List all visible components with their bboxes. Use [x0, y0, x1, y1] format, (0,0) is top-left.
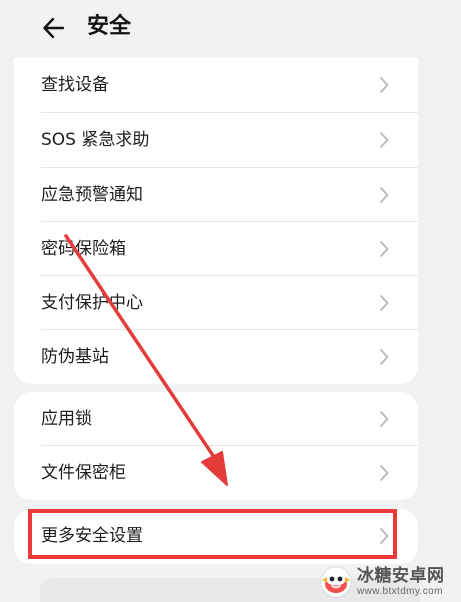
site-watermark: 冰糖安卓网 www.btxtdmy.com [318, 564, 459, 600]
settings-item-label: 应用锁 [41, 409, 92, 429]
page-header: 安全 [0, 0, 461, 58]
chevron-right-icon [377, 526, 391, 546]
settings-item-label: 更多安全设置 [41, 526, 143, 546]
back-button[interactable] [34, 10, 74, 46]
chevron-right-icon [377, 185, 391, 205]
candy-mascot-icon [320, 566, 352, 598]
arrow-left-icon [43, 17, 65, 39]
settings-item-emergency-alert[interactable]: 应急预警通知 [14, 168, 418, 222]
settings-item-label: 应急预警通知 [41, 185, 143, 205]
settings-item-anti-fake-base-station[interactable]: 防伪基站 [14, 330, 418, 384]
chevron-right-icon [377, 293, 391, 313]
settings-item-find-device[interactable]: 查找设备 [14, 58, 418, 112]
settings-item-label: SOS 紧急求助 [41, 130, 150, 150]
settings-item-sos[interactable]: SOS 紧急求助 [14, 113, 418, 167]
settings-item-label: 文件保密柜 [41, 463, 126, 483]
chevron-right-icon [377, 463, 391, 483]
chevron-right-icon [377, 239, 391, 259]
settings-item-label: 密码保险箱 [41, 239, 126, 259]
settings-item-app-lock[interactable]: 应用锁 [14, 392, 418, 446]
page-title: 安全 [87, 14, 132, 39]
settings-group-main: 查找设备 SOS 紧急求助 应急预警通知 密码保险箱 支付保护中心 防伪基站 [14, 58, 418, 384]
security-settings-page: 安全 查找设备 SOS 紧急求助 应急预警通知 密码保险箱 支付保护中心 防伪基… [0, 0, 461, 602]
settings-item-password-vault[interactable]: 密码保险箱 [14, 222, 418, 276]
settings-group-privacy: 应用锁 文件保密柜 [14, 392, 418, 500]
settings-item-label: 支付保护中心 [41, 293, 143, 313]
chevron-right-icon [377, 347, 391, 367]
watermark-url: www.btxtdmy.com [357, 585, 443, 597]
chevron-right-icon [377, 130, 391, 150]
settings-group-more: 更多安全设置 [14, 509, 418, 564]
settings-item-label: 防伪基站 [41, 347, 109, 367]
settings-item-more-security[interactable]: 更多安全设置 [14, 509, 418, 563]
watermark-title: 冰糖安卓网 [357, 565, 445, 586]
settings-item-file-safe[interactable]: 文件保密柜 [14, 446, 418, 500]
chevron-right-icon [377, 75, 391, 95]
settings-item-payment-protection[interactable]: 支付保护中心 [14, 276, 418, 330]
settings-item-label: 查找设备 [41, 75, 109, 95]
chevron-right-icon [377, 409, 391, 429]
